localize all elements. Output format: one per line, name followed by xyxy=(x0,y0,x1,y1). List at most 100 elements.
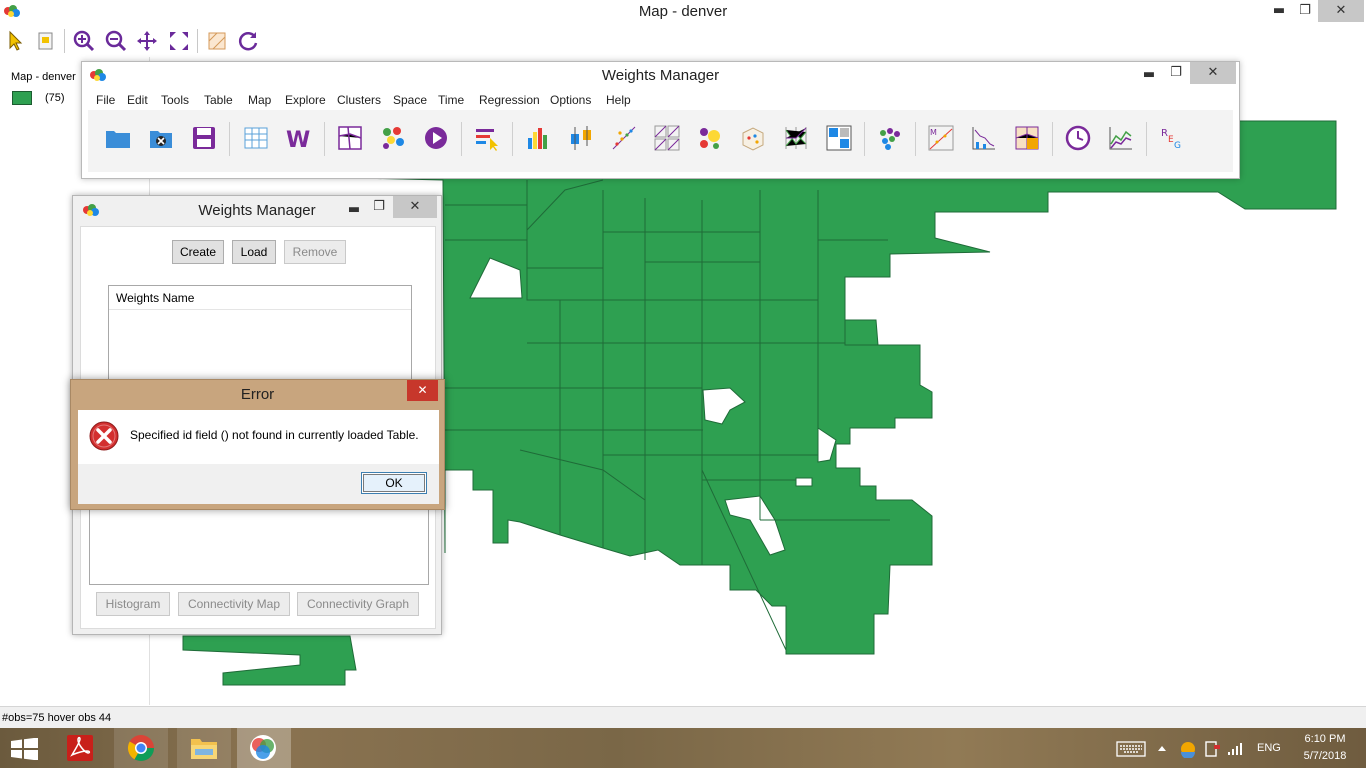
power-plug-icon[interactable] xyxy=(1203,739,1223,759)
menu-map[interactable]: Map xyxy=(248,93,271,107)
connectivity-graph-button[interactable]: Connectivity Graph xyxy=(297,592,419,616)
connectivity-map-button[interactable]: Connectivity Map xyxy=(178,592,290,616)
legend-count: (75) xyxy=(45,92,65,104)
weather-icon[interactable] xyxy=(1179,740,1197,758)
pan-icon[interactable] xyxy=(135,29,159,53)
moran-scatter-icon[interactable]: M xyxy=(927,124,955,152)
minimize-button[interactable]: ▬ xyxy=(1134,64,1164,86)
play-icon[interactable] xyxy=(422,124,450,152)
toolbar-separator xyxy=(324,122,325,156)
correlogram-icon[interactable] xyxy=(970,124,998,152)
close-project-icon[interactable] xyxy=(147,124,175,152)
map-layers-icon[interactable] xyxy=(1013,124,1041,152)
toolbar-separator xyxy=(512,122,513,156)
selection-tool-icon[interactable] xyxy=(34,29,58,53)
shape-editor-icon[interactable] xyxy=(336,124,364,152)
save-icon[interactable] xyxy=(190,124,218,152)
remove-button[interactable]: Remove xyxy=(284,240,346,264)
error-close-button[interactable]: ✕ xyxy=(407,380,438,401)
menu-clusters[interactable]: Clusters xyxy=(337,93,381,107)
svg-text:G: G xyxy=(1174,141,1181,151)
geoda-taskbar-icon xyxy=(250,735,276,761)
restore-button[interactable]: ❐ xyxy=(364,196,394,218)
svg-text:R: R xyxy=(1161,128,1168,139)
error-icon xyxy=(89,421,119,451)
zoom-in-icon[interactable] xyxy=(72,29,96,53)
close-button[interactable]: ✕ xyxy=(1318,0,1364,22)
weights-details-box[interactable] xyxy=(89,507,429,585)
refresh-icon[interactable] xyxy=(236,29,260,53)
restore-button[interactable]: ❐ xyxy=(1161,62,1191,84)
load-button[interactable]: Load xyxy=(232,240,276,264)
bubble-chart-icon[interactable] xyxy=(696,124,724,152)
box-plot-icon[interactable] xyxy=(567,124,595,152)
time-clock-icon[interactable] xyxy=(1064,124,1092,152)
main-titlebar[interactable]: Map - denver ▬ ❐ ✕ xyxy=(0,0,1366,24)
conditional-plot-icon[interactable] xyxy=(825,124,853,152)
clock-date[interactable]: 5/7/2018 xyxy=(1300,750,1350,762)
keyboard-icon[interactable] xyxy=(1116,741,1146,757)
menu-time[interactable]: Time xyxy=(438,93,464,107)
close-button[interactable]: ✕ xyxy=(393,196,437,218)
legend-color-swatch[interactable] xyxy=(12,91,32,105)
select-pointer-icon[interactable] xyxy=(4,29,28,53)
weights-list[interactable]: Weights Name xyxy=(108,285,412,385)
error-content: Specified id field () not found in curre… xyxy=(78,410,439,464)
histogram-icon[interactable] xyxy=(524,124,552,152)
windows-start-icon[interactable] xyxy=(11,738,39,760)
weights-name-column-header[interactable]: Weights Name xyxy=(109,286,411,310)
map-region xyxy=(182,635,357,686)
taskbar-chrome[interactable] xyxy=(114,728,168,768)
map-options-icon[interactable] xyxy=(205,29,229,53)
taskbar: ENG 6:10 PM 5/7/2018 xyxy=(0,728,1366,768)
zoom-out-icon[interactable] xyxy=(104,29,128,53)
map-hole xyxy=(795,477,813,487)
ok-button[interactable]: OK xyxy=(361,472,427,494)
map-toolbar xyxy=(0,25,1366,57)
close-button[interactable]: ✕ xyxy=(1190,62,1236,84)
parallel-coordinates-icon[interactable] xyxy=(782,124,810,152)
restore-button[interactable]: ❐ xyxy=(1290,0,1320,22)
menu-explore[interactable]: Explore xyxy=(285,93,326,107)
toolbar-separator xyxy=(1146,122,1147,156)
menu-options[interactable]: Options xyxy=(550,93,591,107)
menu-help[interactable]: Help xyxy=(606,93,631,107)
time-series-icon[interactable] xyxy=(1107,124,1135,152)
menu-tools[interactable]: Tools xyxy=(161,93,189,107)
svg-text:M: M xyxy=(930,128,937,137)
fit-extent-icon[interactable] xyxy=(167,29,191,53)
scatter-plot-icon[interactable] xyxy=(610,124,638,152)
clock-time[interactable]: 6:10 PM xyxy=(1300,733,1350,745)
map-select-icon[interactable] xyxy=(473,124,501,152)
taskbar-acrobat[interactable] xyxy=(54,728,108,768)
histogram-button[interactable]: Histogram xyxy=(96,592,170,616)
toolbar-separator xyxy=(461,122,462,156)
menu-bar: File Edit Tools Table Map Explore Cluste… xyxy=(82,90,1239,110)
menu-file[interactable]: File xyxy=(96,93,115,107)
weights-manager-icon[interactable]: W xyxy=(285,124,313,152)
taskbar-file-explorer[interactable] xyxy=(177,728,231,768)
taskbar-geoda[interactable] xyxy=(237,728,291,768)
menu-table[interactable]: Table xyxy=(204,93,233,107)
table-icon[interactable] xyxy=(242,124,270,152)
menu-space[interactable]: Space xyxy=(393,93,427,107)
toolbar-window-title: Weights Manager xyxy=(601,67,720,84)
scatter-matrix-icon[interactable] xyxy=(653,124,681,152)
error-dialog-title: Error xyxy=(240,386,275,403)
error-dialog: Error ✕ Specified id field () not found … xyxy=(70,379,445,510)
points-icon[interactable] xyxy=(379,124,407,152)
3d-scatter-icon[interactable] xyxy=(739,124,767,152)
geoda-toolbar-window: Weights Manager ▬ ❐ ✕ File Edit Tools Ta… xyxy=(81,61,1240,179)
toolbar-separator xyxy=(64,29,65,53)
language-indicator[interactable]: ENG xyxy=(1257,742,1281,754)
folder-icon xyxy=(191,739,217,759)
network-signal-icon[interactable] xyxy=(1227,740,1245,756)
chevron-up-icon[interactable] xyxy=(1157,744,1167,752)
regression-icon[interactable]: REG xyxy=(1158,124,1186,152)
open-folder-icon[interactable] xyxy=(104,124,132,152)
toolbar-separator xyxy=(915,122,916,156)
create-button[interactable]: Create xyxy=(172,240,224,264)
cluster-points-icon[interactable] xyxy=(876,124,904,152)
menu-regression[interactable]: Regression xyxy=(479,93,540,107)
menu-edit[interactable]: Edit xyxy=(127,93,148,107)
